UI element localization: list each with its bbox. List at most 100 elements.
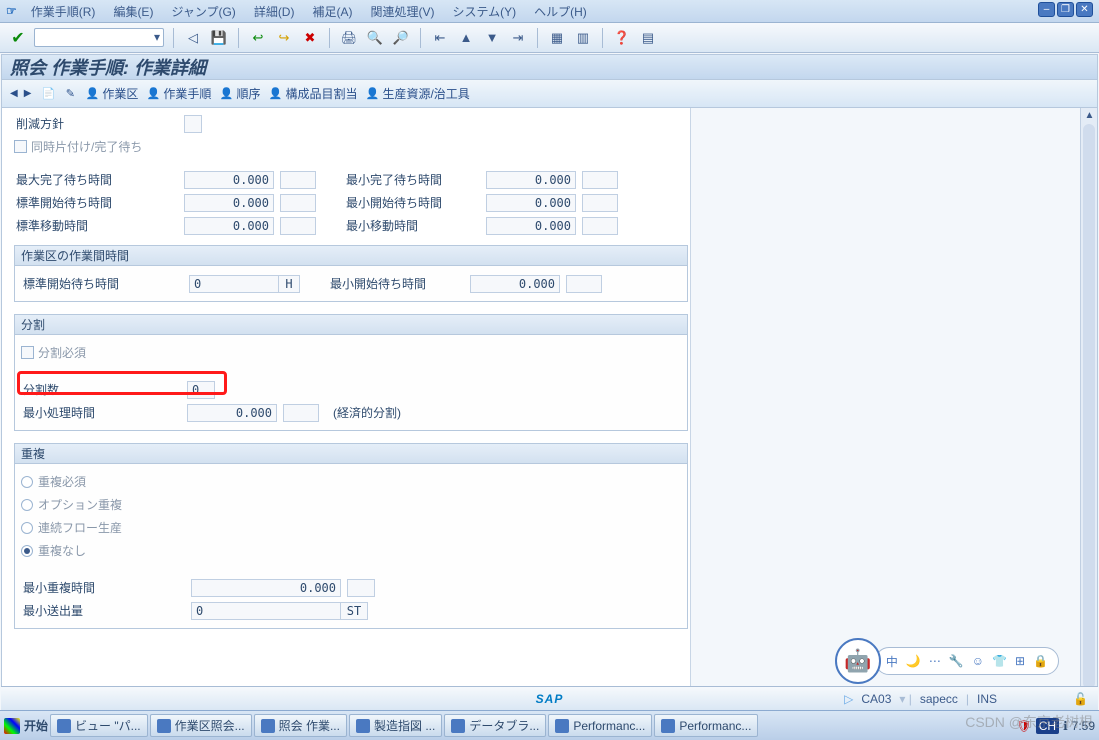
prt-link[interactable]: 👤生産資源/治工具 (365, 85, 469, 102)
scrollbar[interactable]: ▲ ▼ (1080, 108, 1097, 705)
next-op-icon[interactable]: ▶ (22, 88, 34, 99)
smile-icon[interactable]: ☺ (972, 654, 984, 668)
task-item[interactable]: 照会 作業... (254, 714, 347, 737)
task-item[interactable]: Performanc... (548, 714, 652, 737)
minstart2-unit[interactable] (566, 275, 602, 293)
exit-icon[interactable]: ↪ (274, 28, 294, 48)
simul-label: 同時片付け/完了待ち (31, 138, 142, 155)
minstart-field[interactable]: 0.000 (486, 194, 576, 212)
maxwait-field[interactable]: 0.000 (184, 171, 274, 189)
maximize-button[interactable]: ❐ (1057, 2, 1074, 17)
split-req-checkbox[interactable] (21, 346, 34, 359)
help-icon[interactable]: ❓ (612, 28, 632, 48)
minproc-field[interactable]: 0.000 (187, 404, 277, 422)
moon-icon[interactable]: 🌙 (906, 654, 921, 668)
sequence-link[interactable]: 👤順序 (219, 85, 260, 102)
task-item[interactable]: ビュー "パ... (50, 714, 148, 737)
right-pane: ▲ ▼ (690, 108, 1097, 705)
component-link[interactable]: 👤構成品目割当 (268, 85, 357, 102)
next-page-icon[interactable]: ▼ (482, 28, 502, 48)
menu-detail[interactable]: 詳細(D) (246, 1, 303, 22)
minimize-button[interactable]: – (1038, 2, 1055, 17)
stdmove-unit[interactable] (280, 217, 316, 235)
workcenter-link[interactable]: 👤作業区 (85, 85, 138, 102)
command-field[interactable] (34, 28, 164, 47)
minmove-field[interactable]: 0.000 (486, 217, 576, 235)
enter-icon[interactable]: ✔ (8, 28, 28, 48)
back-icon[interactable]: ◁ (183, 28, 203, 48)
assistant-avatar-icon[interactable]: 🤖 (835, 638, 881, 684)
reduction-field[interactable] (184, 115, 202, 133)
minsend-unit[interactable]: ST (340, 602, 368, 620)
grid-icon[interactable]: ⊞ (1015, 654, 1025, 668)
split-count-field[interactable]: 0 (187, 381, 215, 399)
simul-checkbox[interactable] (14, 140, 27, 153)
stdstart-label: 標準開始待ち時間 (14, 194, 184, 211)
task-item[interactable]: データブラ... (444, 714, 546, 737)
radio-flow[interactable] (21, 522, 33, 534)
menu-extras[interactable]: 補足(A) (304, 1, 360, 22)
minstart2-field[interactable]: 0.000 (470, 275, 560, 293)
stdmove-field[interactable]: 0.000 (184, 217, 274, 235)
minmove-unit[interactable] (582, 217, 618, 235)
radio-optional[interactable] (21, 499, 33, 511)
new-session-icon[interactable]: ▦ (547, 28, 567, 48)
radio-required-label: 重複必須 (38, 473, 86, 490)
detail-icon[interactable]: 📄 (41, 87, 55, 101)
cancel-icon[interactable]: ✖ (300, 28, 320, 48)
stdstart2-field[interactable]: 0 (189, 275, 279, 293)
menu-environment[interactable]: 関連処理(V) (362, 1, 442, 22)
dots-icon[interactable]: ⋯ (929, 654, 941, 668)
last-page-icon[interactable]: ⇥ (508, 28, 528, 48)
menu-routing[interactable]: 作業手順(R) (23, 1, 104, 22)
minsend-field[interactable]: 0 (191, 602, 341, 620)
minwait-field[interactable]: 0.000 (486, 171, 576, 189)
prev-op-icon[interactable]: ◀ (8, 88, 20, 99)
minsend-label: 最小送出量 (21, 602, 191, 619)
application-toolbar: ◀ ▶ 📄 ✎ 👤作業区 👤作業手順 👤順序 👤構成品目割当 👤生産資源/治工具 (1, 80, 1098, 108)
save-icon[interactable]: 💾 (209, 28, 229, 48)
stdstart2-unit[interactable]: H (278, 275, 300, 293)
stdstart-unit[interactable] (280, 194, 316, 212)
edit-icon[interactable]: ✎ (63, 87, 77, 101)
radio-none[interactable] (21, 545, 33, 557)
scroll-up-icon[interactable]: ▲ (1082, 108, 1097, 123)
close-button[interactable]: ✕ (1076, 2, 1093, 17)
minstart-unit[interactable] (582, 194, 618, 212)
radio-required[interactable] (21, 476, 33, 488)
minproc-unit[interactable] (283, 404, 319, 422)
print-icon[interactable]: 🖨 (339, 28, 359, 48)
minover-field[interactable]: 0.000 (191, 579, 341, 597)
menu-edit[interactable]: 編集(E) (105, 1, 161, 22)
task-item[interactable]: 作業区照会... (150, 714, 252, 737)
menu-help[interactable]: ヘルプ(H) (526, 1, 595, 22)
first-page-icon[interactable]: ⇤ (430, 28, 450, 48)
task-item[interactable]: Performanc... (654, 714, 758, 737)
page-title: 照会 作業手順: 作業詳細 (1, 54, 1098, 80)
routing-link[interactable]: 👤作業手順 (146, 85, 211, 102)
shirt-icon[interactable]: 👕 (992, 654, 1007, 668)
assistant-lang[interactable]: 中 (886, 653, 898, 670)
minproc-label: 最小処理時間 (21, 404, 187, 421)
lock-icon[interactable]: 🔒 (1033, 654, 1048, 668)
find-icon[interactable]: 🔍 (365, 28, 385, 48)
shortcut-icon[interactable]: ▥ (573, 28, 593, 48)
start-button[interactable]: 开始 (4, 717, 48, 734)
maxwait-unit[interactable] (280, 171, 316, 189)
wrench-icon[interactable]: 🔧 (949, 654, 964, 668)
status-lock-icon[interactable]: 🔓 (1073, 692, 1088, 706)
nav-tri-icon[interactable]: ▷ (844, 692, 853, 706)
stdstart-field[interactable]: 0.000 (184, 194, 274, 212)
menu-goto[interactable]: ジャンプ(G) (163, 1, 243, 22)
minover-unit[interactable] (347, 579, 375, 597)
menu-system[interactable]: システム(Y) (444, 1, 524, 22)
back-green-icon[interactable]: ↩ (248, 28, 268, 48)
window-buttons: – ❐ ✕ (1038, 2, 1093, 17)
split-header: 分割 (15, 315, 687, 335)
task-item[interactable]: 製造指図 ... (349, 714, 442, 737)
minwait-unit[interactable] (582, 171, 618, 189)
status-system: sapecc (920, 692, 958, 706)
prev-page-icon[interactable]: ▲ (456, 28, 476, 48)
find-next-icon[interactable]: 🔎 (391, 28, 411, 48)
layout-icon[interactable]: ▤ (638, 28, 658, 48)
